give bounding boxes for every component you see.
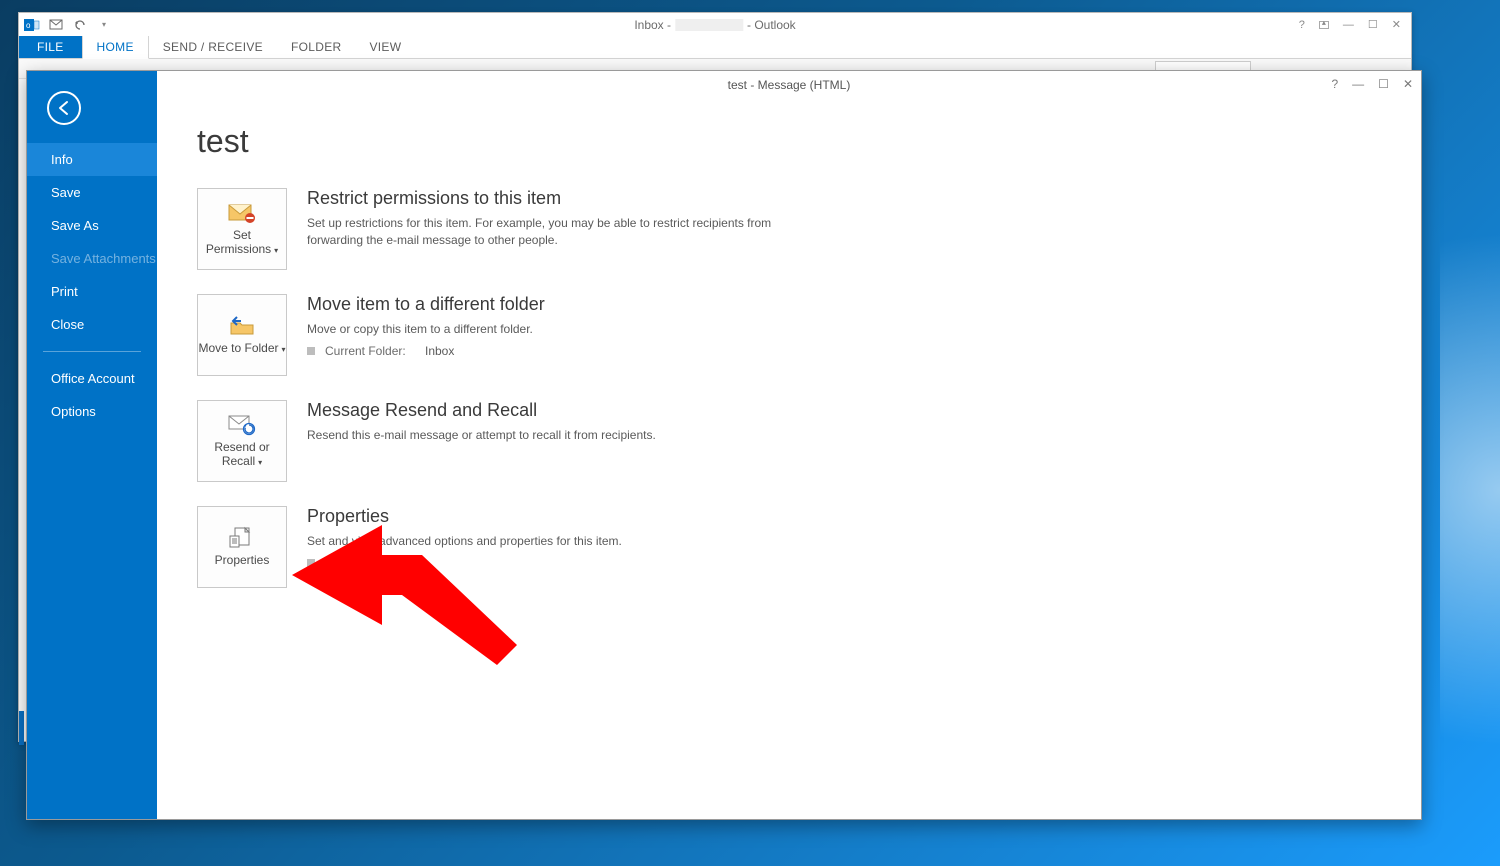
sidebar-separator bbox=[43, 351, 141, 352]
qat-undo-icon[interactable] bbox=[71, 16, 89, 34]
outlook-ribbon-tabs: FILE HOME SEND / RECEIVE FOLDER VIEW bbox=[19, 36, 1411, 59]
outlook-left-sliver bbox=[19, 711, 24, 745]
sidebar-item-close[interactable]: Close bbox=[27, 308, 157, 341]
bullet-icon bbox=[307, 559, 315, 567]
svg-text:o: o bbox=[26, 21, 31, 30]
chevron-down-icon: ▾ bbox=[274, 246, 278, 255]
properties-desc: Set and view advanced options and proper… bbox=[307, 533, 622, 550]
sidebar-item-save-as[interactable]: Save As bbox=[27, 209, 157, 242]
properties-icon bbox=[227, 526, 257, 550]
resend-desc: Resend this e-mail message or attempt to… bbox=[307, 427, 656, 444]
chevron-down-icon: ▾ bbox=[258, 458, 262, 467]
qat-customize-icon[interactable]: ▾ bbox=[95, 16, 113, 34]
message-help-icon[interactable]: ? bbox=[1331, 77, 1338, 91]
qat-send-receive-icon[interactable] bbox=[47, 16, 65, 34]
move-to-folder-label: Move to Folder bbox=[198, 341, 278, 355]
outlook-maximize-icon[interactable]: ☐ bbox=[1368, 18, 1378, 31]
backstage-sidebar: Info Save Save As Save Attachments Print… bbox=[27, 71, 157, 819]
move-folder-icon bbox=[227, 314, 257, 338]
sidebar-item-save[interactable]: Save bbox=[27, 176, 157, 209]
chevron-down-icon: ▾ bbox=[282, 345, 286, 354]
resend-recall-icon bbox=[227, 413, 257, 437]
resend-recall-button[interactable]: Resend or Recall▾ bbox=[197, 400, 287, 482]
set-permissions-button[interactable]: Set Permissions▾ bbox=[197, 188, 287, 270]
outlook-ribbon-display-icon[interactable]: ▴ bbox=[1319, 21, 1329, 29]
message-backstage-window: test - Message (HTML) ? — ☐ ✕ Info Save … bbox=[26, 70, 1422, 820]
permissions-desc: Set up restrictions for this item. For e… bbox=[307, 215, 827, 250]
properties-size-label: Size: bbox=[325, 556, 355, 570]
sidebar-item-office-account[interactable]: Office Account bbox=[27, 362, 157, 395]
message-titlebar: test - Message (HTML) bbox=[157, 71, 1421, 99]
outlook-app-icon: o bbox=[23, 16, 41, 34]
outlook-titlebar: o ▾ Inbox - - Outlook ? ▴ — ☐ ✕ bbox=[19, 13, 1411, 36]
outlook-help-icon[interactable]: ? bbox=[1299, 19, 1305, 31]
outlook-title-suffix: - Outlook bbox=[747, 18, 796, 32]
sidebar-item-info[interactable]: Info bbox=[27, 143, 157, 176]
properties-size-value: 12 KB bbox=[365, 556, 398, 570]
permissions-heading: Restrict permissions to this item bbox=[307, 188, 827, 209]
properties-button[interactable]: Properties bbox=[197, 506, 287, 588]
tab-file[interactable]: FILE bbox=[19, 36, 82, 58]
section-permissions: Set Permissions▾ Restrict permissions to… bbox=[197, 188, 1381, 270]
move-folder-value: Inbox bbox=[425, 344, 454, 358]
section-properties: Properties Properties Set and view advan… bbox=[197, 506, 1381, 588]
tab-home[interactable]: HOME bbox=[82, 35, 149, 59]
properties-size-meta: Size: 12 KB bbox=[307, 556, 622, 570]
tab-folder[interactable]: FOLDER bbox=[277, 36, 355, 58]
sidebar-item-options[interactable]: Options bbox=[27, 395, 157, 428]
section-move: Move to Folder ▾ Move item to a different… bbox=[197, 294, 1381, 376]
message-minimize-icon[interactable]: — bbox=[1352, 77, 1364, 91]
tab-send-receive[interactable]: SEND / RECEIVE bbox=[149, 36, 277, 58]
bullet-icon bbox=[307, 347, 315, 355]
outlook-close-icon[interactable]: ✕ bbox=[1392, 18, 1401, 31]
outlook-title-prefix: Inbox - bbox=[634, 18, 671, 32]
page-title: test bbox=[197, 123, 1381, 160]
backstage-content: test Set Permissions▾ Restrict permissio… bbox=[157, 71, 1421, 819]
sidebar-item-print[interactable]: Print bbox=[27, 275, 157, 308]
move-desc: Move or copy this item to a different fo… bbox=[307, 321, 545, 338]
sidebar-item-save-attachments: Save Attachments bbox=[27, 242, 157, 275]
move-heading: Move item to a different folder bbox=[307, 294, 545, 315]
message-close-icon[interactable]: ✕ bbox=[1403, 77, 1413, 91]
properties-heading: Properties bbox=[307, 506, 622, 527]
message-maximize-icon[interactable]: ☐ bbox=[1378, 77, 1389, 91]
move-folder-label: Current Folder: bbox=[325, 344, 415, 358]
envelope-restrict-icon bbox=[227, 201, 257, 225]
resend-heading: Message Resend and Recall bbox=[307, 400, 656, 421]
move-to-folder-button[interactable]: Move to Folder ▾ bbox=[197, 294, 287, 376]
outlook-minimize-icon[interactable]: — bbox=[1343, 19, 1354, 31]
set-permissions-label: Set Permissions bbox=[206, 228, 271, 256]
move-folder-meta: Current Folder: Inbox bbox=[307, 344, 545, 358]
backstage-back-button[interactable] bbox=[47, 91, 81, 125]
message-title: test - Message (HTML) bbox=[728, 78, 851, 92]
tab-view[interactable]: VIEW bbox=[355, 36, 415, 58]
outlook-title-redacted bbox=[675, 19, 743, 31]
properties-label: Properties bbox=[215, 553, 270, 567]
section-resend: Resend or Recall▾ Message Resend and Rec… bbox=[197, 400, 1381, 482]
